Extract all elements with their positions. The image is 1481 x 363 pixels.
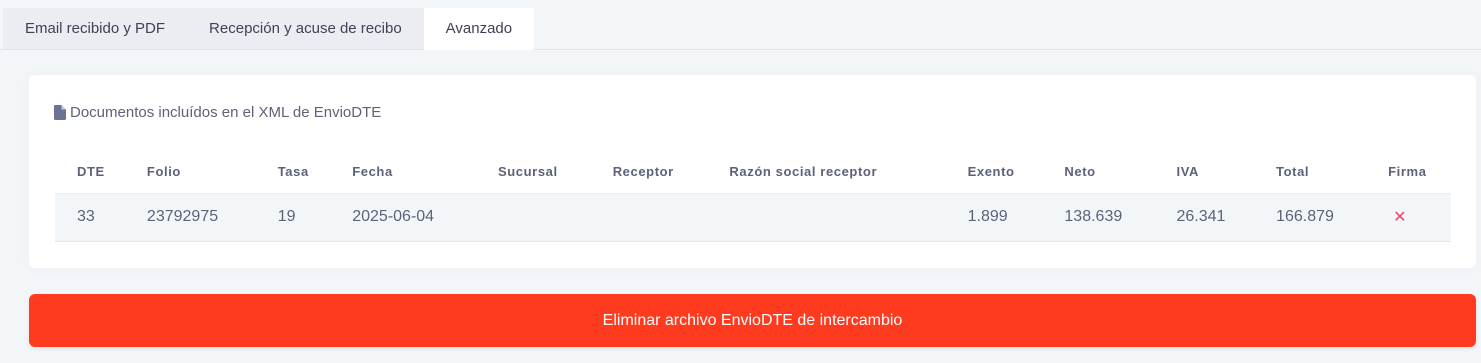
cell-firma: ✕ xyxy=(1366,193,1451,242)
cell-sucursal xyxy=(475,193,591,242)
tab-bar: Email recibido y PDF Recepción y acuse d… xyxy=(3,8,535,50)
documents-table: DTE Folio Tasa Fecha Sucursal Receptor R… xyxy=(55,151,1451,242)
col-fecha: Fecha xyxy=(330,151,476,194)
col-receptor: Receptor xyxy=(590,151,708,194)
col-folio: Folio xyxy=(124,151,256,194)
cell-razon-social xyxy=(707,193,946,242)
tab-email-pdf[interactable]: Email recibido y PDF xyxy=(3,8,187,50)
card-title: Documentos incluídos en el XML de EnvioD… xyxy=(54,104,381,121)
cell-receptor xyxy=(590,193,708,242)
cell-total: 166.879 xyxy=(1254,193,1367,242)
cell-neto: 138.639 xyxy=(1042,193,1155,242)
col-razon-social: Razón social receptor xyxy=(707,151,946,194)
delete-envio-dte-button[interactable]: Eliminar archivo EnvioDTE de intercambio xyxy=(29,294,1476,347)
table-row: 33 23792975 19 2025-06-04 1.899 138.639 … xyxy=(55,193,1451,242)
col-total: Total xyxy=(1254,151,1367,194)
col-tasa: Tasa xyxy=(255,151,331,194)
tab-recepcion-acuse[interactable]: Recepción y acuse de recibo xyxy=(187,8,424,50)
firma-invalid-icon: ✕ xyxy=(1393,209,1407,226)
documents-card: Documentos incluídos en el XML de EnvioD… xyxy=(29,75,1476,268)
col-firma: Firma xyxy=(1366,151,1451,194)
cell-dte: 33 xyxy=(55,193,125,242)
card-title-text: Documentos incluídos en el XML de EnvioD… xyxy=(70,104,382,121)
col-dte: DTE xyxy=(55,151,125,194)
col-exento: Exento xyxy=(945,151,1043,194)
file-icon xyxy=(54,105,66,120)
col-neto: Neto xyxy=(1042,151,1155,194)
cell-fecha: 2025-06-04 xyxy=(330,193,476,242)
cell-folio: 23792975 xyxy=(124,193,256,242)
tab-avanzado[interactable]: Avanzado xyxy=(423,8,535,50)
col-sucursal: Sucursal xyxy=(475,151,591,194)
cell-exento: 1.899 xyxy=(945,193,1043,242)
cell-tasa: 19 xyxy=(255,193,331,242)
cell-iva: 26.341 xyxy=(1154,193,1255,242)
table-header-row: DTE Folio Tasa Fecha Sucursal Receptor R… xyxy=(55,151,1451,194)
col-iva: IVA xyxy=(1154,151,1255,194)
